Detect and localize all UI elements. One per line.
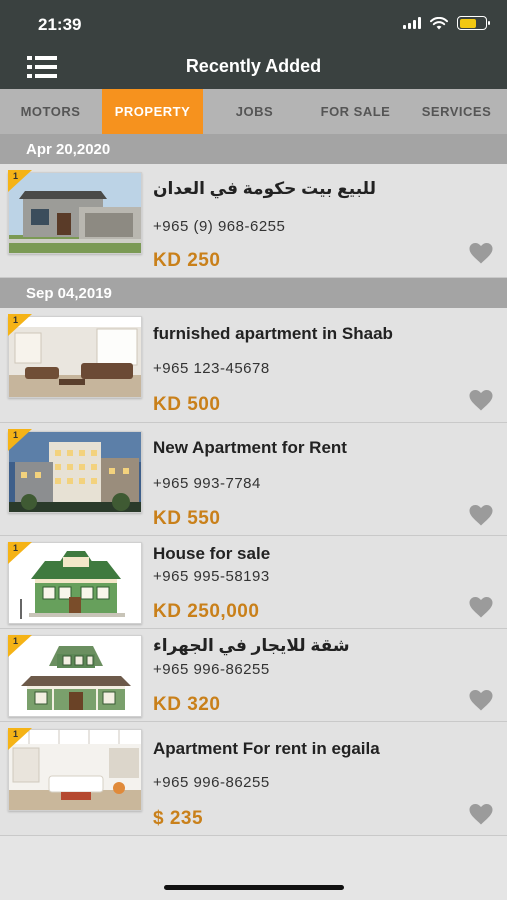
- listing-title: furnished apartment in Shaab: [153, 324, 393, 343]
- favorite-heart-icon[interactable]: [468, 803, 494, 825]
- listing-phone: +965 123-45678: [153, 360, 270, 377]
- date-header: Sep 04,2019: [0, 278, 507, 308]
- listing-price: KD 250: [153, 250, 221, 271]
- listing-phone: +965 996-86255: [153, 661, 270, 678]
- status-icons: [403, 16, 490, 30]
- listing-card[interactable]: 1 New Apartment for Rent +965 993-7784 K…: [0, 423, 507, 536]
- favorite-heart-icon[interactable]: [468, 389, 494, 411]
- listing-title: House for sale: [153, 544, 271, 563]
- tab-motors[interactable]: MOTORS: [0, 89, 101, 134]
- listing-phone: +965 996-86255: [153, 774, 270, 791]
- listing-thumbnail[interactable]: [8, 172, 142, 254]
- signal-icon: [403, 17, 421, 29]
- listing-thumbnail[interactable]: [8, 635, 142, 717]
- favorite-heart-icon[interactable]: [468, 689, 494, 711]
- page-title: Recently Added: [185, 56, 322, 76]
- listing-title: New Apartment for Rent: [153, 438, 347, 457]
- tab-for-sale[interactable]: FOR SALE: [305, 89, 406, 134]
- listing-price: KD 550: [153, 508, 221, 529]
- category-tabs: MOTORS PROPERTY JOBS FOR SALE SERVICES: [0, 89, 507, 134]
- listing-thumbnail[interactable]: [8, 729, 142, 811]
- listing-title: للبيع بيت حكومة في العدان: [153, 179, 376, 198]
- app-header: 21:39 Recently Added: [0, 0, 507, 89]
- favorite-heart-icon[interactable]: [468, 242, 494, 264]
- date-header: Apr 20,2020: [0, 134, 507, 164]
- tab-services[interactable]: SERVICES: [406, 89, 507, 134]
- favorite-heart-icon[interactable]: [468, 504, 494, 526]
- tab-property[interactable]: PROPERTY: [102, 89, 203, 134]
- listing-phone: +965 995-58193: [153, 568, 270, 585]
- listing-title: Apartment For rent in egaila: [153, 739, 380, 758]
- listing-card[interactable]: 1 House for sale +965 995-58193 KD 250,0…: [0, 536, 507, 629]
- battery-icon: [457, 16, 490, 30]
- listing-thumbnail[interactable]: [8, 316, 142, 398]
- battery-level: [459, 18, 476, 28]
- listing-card[interactable]: 1 للبيع بيت حكومة في العدان +965 (9) 968…: [0, 164, 507, 278]
- listing-card[interactable]: 1 furnished apartment in Shaab +965 123-…: [0, 308, 507, 423]
- listing-price: $ 235: [153, 808, 204, 829]
- wifi-icon: [430, 16, 448, 29]
- listing-card[interactable]: 1 شقة للايجار في الجهراء +965 996-86255 …: [0, 629, 507, 722]
- listing-price: KD 250,000: [153, 601, 260, 622]
- listing-card[interactable]: 1 Apartment For rent in egaila +965 996-…: [0, 722, 507, 836]
- listing-phone: +965 993-7784: [153, 475, 261, 492]
- listing-title: شقة للايجار في الجهراء: [153, 636, 350, 655]
- listing-price: KD 500: [153, 394, 221, 415]
- favorite-heart-icon[interactable]: [468, 596, 494, 618]
- tab-jobs[interactable]: JOBS: [204, 89, 305, 134]
- home-indicator[interactable]: [164, 885, 344, 890]
- listing-phone: +965 (9) 968-6255: [153, 218, 286, 235]
- listing-price: KD 320: [153, 694, 221, 715]
- listing-thumbnail[interactable]: [8, 542, 142, 624]
- listing-thumbnail[interactable]: [8, 431, 142, 513]
- status-time: 21:39: [38, 15, 82, 34]
- listing-list: Apr 20,2020 1 للبيع بيت حكومة في العدان …: [0, 134, 507, 836]
